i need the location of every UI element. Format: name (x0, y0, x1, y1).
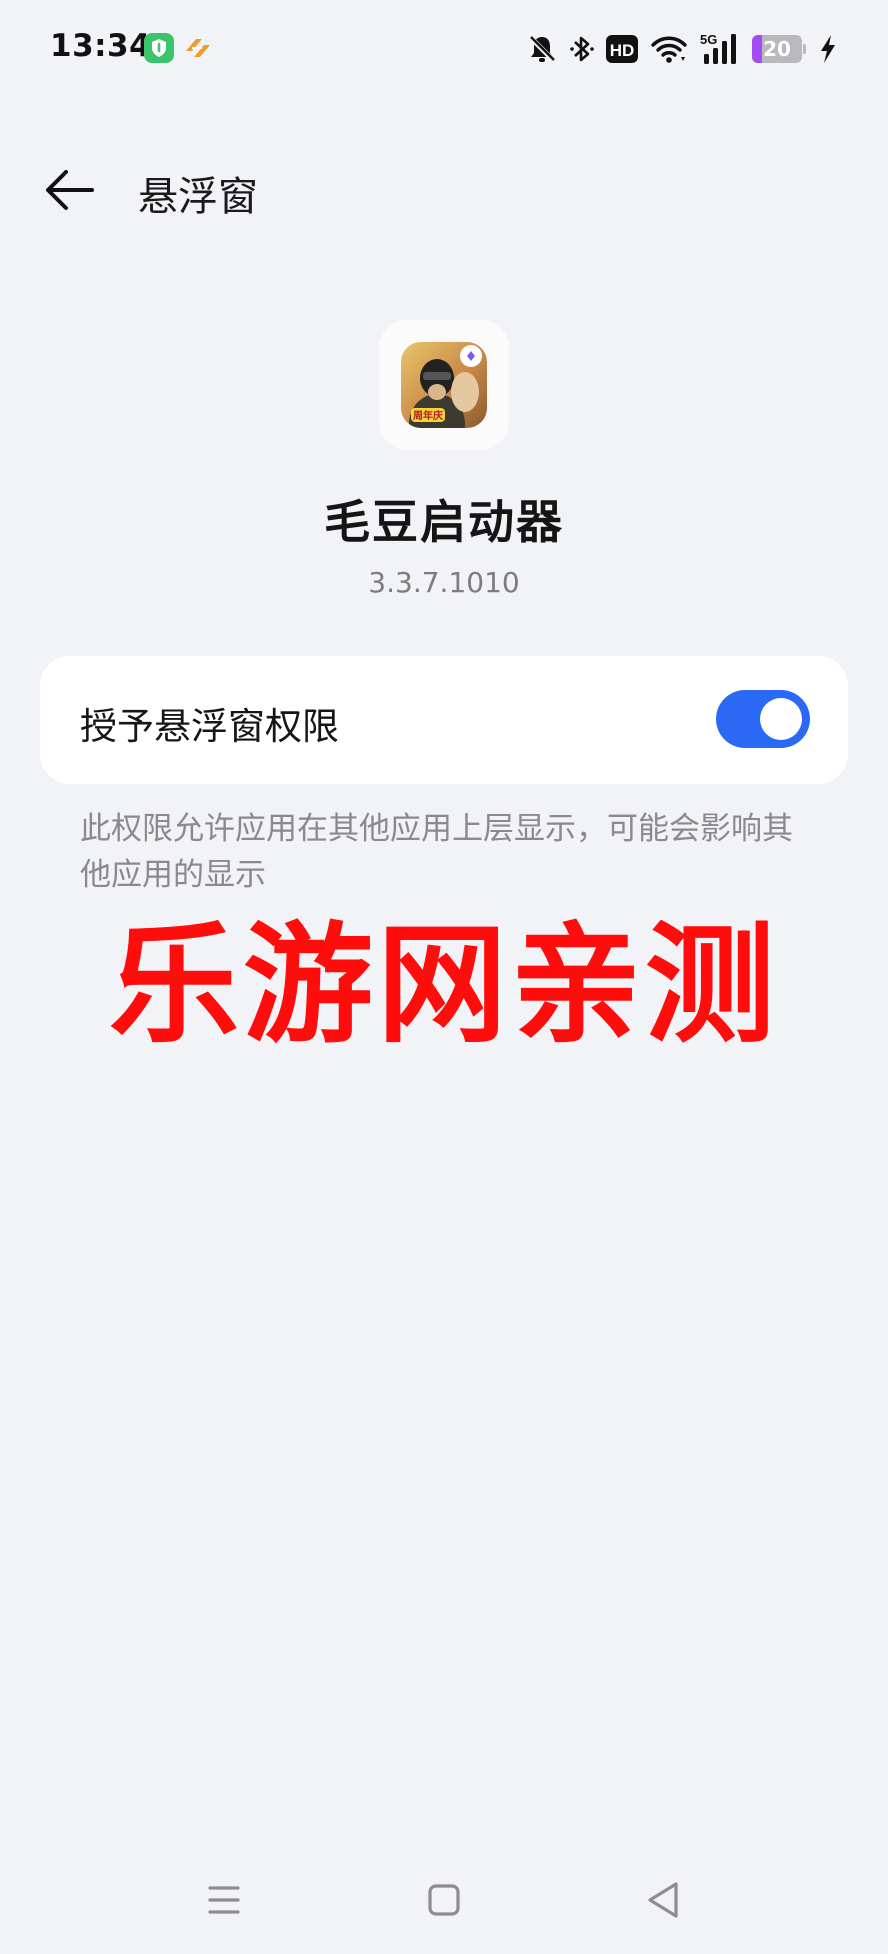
wifi-icon (651, 36, 687, 63)
logo-badge-text: 周年庆 (413, 409, 443, 422)
battery-icon: 20 (752, 35, 806, 63)
hd-icon: HD (606, 35, 638, 63)
app-version: 3.3.7.1010 (368, 566, 520, 599)
app-header: 悬浮窗 (0, 150, 888, 230)
navigation-bar (0, 1860, 888, 1940)
status-bar: 13:34 HD 5G 20 (0, 0, 888, 100)
page-title: 悬浮窗 (138, 174, 258, 220)
watermark-text: 乐游网亲测 (108, 909, 779, 1061)
arrow-left-icon[interactable] (42, 166, 96, 214)
signal-5g-icon: 5G (700, 32, 736, 64)
back-triangle-icon[interactable] (640, 1876, 688, 1924)
app-name: 毛豆启动器 (324, 495, 564, 549)
charging-icon (821, 35, 835, 63)
mute-bell-icon (528, 35, 556, 63)
orange-app-icon (186, 39, 210, 57)
status-time: 13:34 (50, 28, 152, 64)
hd-label: HD (610, 41, 635, 60)
security-shield-icon (144, 33, 174, 63)
permission-card: 授予悬浮窗权限 (40, 656, 848, 784)
app-info: 周年庆 毛豆启动器 3.3.7.1010 (0, 320, 888, 599)
home-square-icon[interactable] (420, 1876, 468, 1924)
app-logo-container: 周年庆 (379, 320, 509, 450)
bluetooth-icon (570, 36, 594, 62)
status-icons: HD 5G 20 (526, 30, 838, 68)
permission-label: 授予悬浮窗权限 (80, 705, 339, 748)
menu-lines-icon[interactable] (200, 1876, 248, 1924)
network-label: 5G (700, 32, 717, 47)
permission-toggle[interactable] (716, 690, 810, 748)
app-logo: 周年庆 (401, 342, 487, 428)
toggle-knob (760, 698, 802, 740)
battery-level: 20 (763, 37, 791, 61)
